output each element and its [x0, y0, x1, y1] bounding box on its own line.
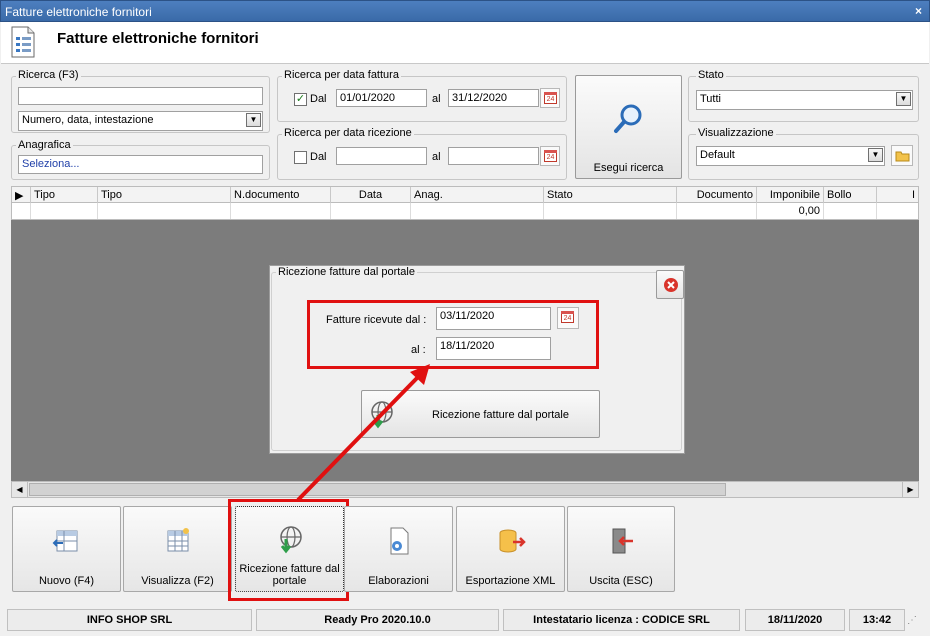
esportazione-label: Esportazione XML — [465, 575, 556, 587]
page-header: Fatture elettroniche fornitori — [1, 22, 929, 64]
anagrafica-label: Anagrafica — [16, 139, 73, 151]
visualizzazione-value: Default — [700, 149, 735, 161]
window-close-button[interactable]: × — [915, 4, 922, 18]
al-ricezione-label: al — [432, 151, 441, 163]
stato-select[interactable]: Tutti ▼ — [696, 90, 913, 110]
cell-data — [331, 203, 411, 219]
highlight-ricezione-button — [228, 499, 349, 601]
resize-grip-icon[interactable]: ⋰ — [907, 612, 925, 630]
globe-download-icon — [371, 401, 393, 429]
cell-tipo-2 — [98, 203, 231, 219]
esegui-ricerca-label: Esegui ricerca — [593, 162, 664, 174]
data-ricezione-label: Ricerca per data ricezione — [282, 127, 414, 139]
chevron-down-icon[interactable]: ▼ — [896, 92, 911, 106]
col-data[interactable]: Data — [331, 187, 411, 203]
document-list-icon — [11, 26, 35, 58]
status-time: 13:42 — [849, 609, 905, 631]
col-bollo[interactable]: Bollo — [824, 187, 877, 203]
col-iva[interactable]: I — [877, 187, 918, 203]
visualizza-label: Visualizza (F2) — [141, 575, 214, 587]
col-ndocumento[interactable]: N.documento — [231, 187, 331, 203]
open-view-button[interactable] — [891, 145, 913, 166]
new-table-icon — [52, 530, 77, 552]
status-product: Ready Pro 2020.10.0 — [256, 609, 499, 631]
search-icon — [614, 104, 642, 133]
nuovo-label: Nuovo (F4) — [38, 575, 95, 587]
calendar-icon: 24 — [544, 150, 557, 162]
scroll-left-icon[interactable]: ◀ — [12, 482, 28, 497]
status-date: 18/11/2020 — [745, 609, 845, 631]
dialog-ricezione-label: Ricezione fatture dal portale — [432, 409, 569, 421]
scroll-right-icon[interactable]: ▶ — [902, 482, 918, 497]
stato-value: Tutti — [700, 93, 721, 105]
al-fattura-label: al — [432, 93, 441, 105]
cell-anag — [411, 203, 544, 219]
scroll-thumb[interactable] — [29, 483, 726, 496]
esportazione-button[interactable]: Esportazione XML — [456, 506, 565, 592]
dialog-close-button[interactable] — [656, 270, 684, 299]
search-mode-value: Numero, data, intestazione — [22, 114, 154, 126]
col-tipo-2[interactable]: Tipo — [98, 187, 231, 203]
row-indicator-icon: ▶ — [12, 187, 31, 203]
document-gear-icon — [390, 527, 408, 555]
cell-stato — [544, 203, 677, 219]
chevron-down-icon[interactable]: ▼ — [246, 113, 261, 127]
dal-fattura-checkbox[interactable]: ✓ — [294, 93, 307, 106]
folder-icon — [895, 151, 910, 162]
data-fattura-label: Ricerca per data fattura — [282, 69, 401, 81]
stato-label: Stato — [696, 69, 726, 81]
col-imponibile[interactable]: Imponibile — [757, 187, 824, 203]
calendar-icon: 24 — [544, 92, 557, 104]
nuovo-button[interactable]: Nuovo (F4) — [12, 506, 121, 592]
al-ricezione-input[interactable] — [448, 147, 539, 165]
cell-documento — [677, 203, 757, 219]
grid-header: ▶ Tipo Tipo N.documento Data Anag. Stato… — [11, 186, 919, 203]
dal-ricezione-label: Dal — [310, 151, 327, 163]
table-row[interactable]: 0,00 — [11, 203, 919, 220]
visualizzazione-select[interactable]: Default ▼ — [696, 146, 885, 166]
calendar-button-fattura[interactable]: 24 — [540, 88, 560, 108]
dal-ricezione-checkbox[interactable] — [294, 151, 307, 164]
dialog-title: Ricezione fatture dal portale — [276, 266, 417, 278]
dal-fattura-label: Dal — [310, 93, 327, 105]
elaborazioni-label: Elaborazioni — [368, 575, 429, 587]
col-documento[interactable]: Documento — [677, 187, 757, 203]
calendar-button-ricezione[interactable]: 24 — [540, 146, 560, 166]
search-mode-select[interactable]: Numero, data, intestazione ▼ — [18, 111, 263, 131]
close-icon — [664, 278, 678, 292]
cell-bollo — [824, 203, 877, 219]
chevron-down-icon[interactable]: ▼ — [868, 148, 883, 162]
anagrafica-field[interactable]: Seleziona... — [18, 155, 263, 174]
exit-door-icon — [612, 528, 633, 554]
dal-fattura-input[interactable]: 01/01/2020 — [336, 89, 427, 107]
view-table-icon — [167, 528, 189, 552]
row-indicator — [12, 203, 31, 219]
search-input[interactable] — [18, 87, 263, 105]
col-stato[interactable]: Stato — [544, 187, 677, 203]
elaborazioni-button[interactable]: Elaborazioni — [344, 506, 453, 592]
col-anag[interactable]: Anag. — [411, 187, 544, 203]
visualizzazione-label: Visualizzazione — [696, 127, 776, 139]
page-title: Fatture elettroniche fornitori — [57, 30, 259, 47]
cell-imponibile: 0,00 — [757, 203, 824, 219]
al-fattura-input[interactable]: 31/12/2020 — [448, 89, 539, 107]
status-company: INFO SHOP SRL — [7, 609, 252, 631]
uscita-button[interactable]: Uscita (ESC) — [567, 506, 675, 592]
cell-iva — [877, 203, 918, 219]
cell-ndocumento — [231, 203, 331, 219]
dal-ricezione-input[interactable] — [336, 147, 427, 165]
visualizza-button[interactable]: Visualizza (F2) — [123, 506, 232, 592]
cell-tipo-1 — [31, 203, 98, 219]
window-title: Fatture elettroniche fornitori — [5, 5, 152, 19]
database-export-icon — [499, 529, 526, 553]
esegui-ricerca-button[interactable]: Esegui ricerca — [575, 75, 682, 179]
window-titlebar: Fatture elettroniche fornitori — [0, 0, 930, 22]
ricerca-label: Ricerca (F3) — [16, 69, 81, 81]
status-licensee: Intestatario licenza : CODICE SRL — [503, 609, 740, 631]
uscita-label: Uscita (ESC) — [589, 575, 653, 587]
horizontal-scrollbar[interactable]: ◀ ▶ — [11, 481, 919, 498]
dialog-ricezione-button[interactable]: Ricezione fatture dal portale — [361, 390, 600, 438]
col-tipo-1[interactable]: Tipo — [31, 187, 98, 203]
highlight-date-range — [307, 300, 599, 369]
